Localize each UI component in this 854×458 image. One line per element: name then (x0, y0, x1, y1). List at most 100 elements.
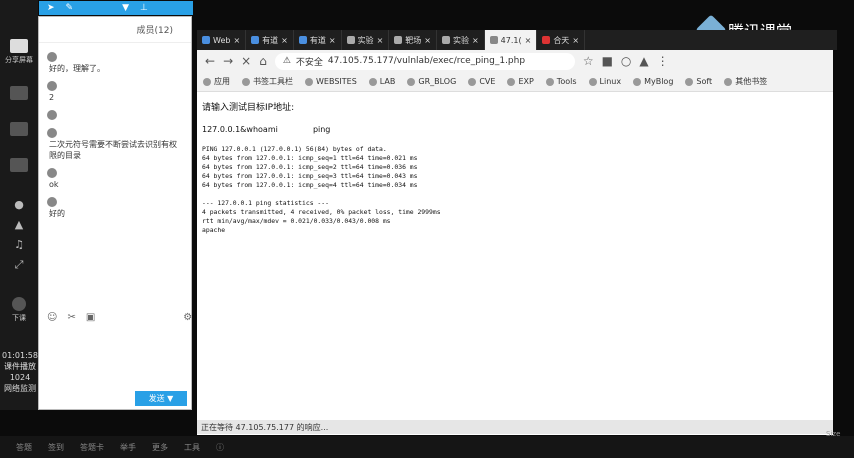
screen: 分享屏幕 ● ▲ ♫ ⤢ 下课 01:01:58 课件播放 1024 网络监测 … (0, 0, 854, 458)
chat-panel-toolbar: ➤ ✎ ▼ ⊥ (39, 1, 193, 15)
settings-icon[interactable]: ⚙ (183, 312, 192, 326)
tab-label: 靶场 (405, 35, 422, 45)
close-icon[interactable]: × (233, 36, 240, 45)
pin-icon[interactable]: ➤ (47, 3, 55, 13)
taskbar-item[interactable]: 举手 (120, 442, 136, 453)
toolbar-button-4[interactable] (4, 152, 34, 180)
bookmark-folder[interactable]: CVE (468, 77, 495, 86)
tab-label: 合天 (553, 35, 570, 45)
close-icon[interactable]: × (525, 36, 532, 45)
home-icon[interactable]: ⌂ (259, 54, 267, 68)
pin-top-icon[interactable]: ⊥ (140, 3, 148, 13)
dropdown-icon[interactable]: ▼ (122, 3, 129, 13)
tab-favicon (441, 36, 450, 44)
classroom-toolbar: 分享屏幕 ● ▲ ♫ ⤢ 下课 01:01:58 课件播放 1024 网络监测 (0, 0, 38, 410)
close-icon[interactable]: × (572, 36, 579, 45)
chat-panel: ➤ ✎ ▼ ⊥ 成员(12) 好的，理解了。 2 二次元符号需要不断尝试去识别有… (38, 1, 193, 410)
tab-favicon (542, 36, 551, 44)
folder-icon (588, 77, 597, 86)
ip-prompt: 请输入测试目标IP地址: (202, 103, 295, 113)
taskbar-item[interactable]: 签到 (48, 442, 64, 453)
close-icon[interactable]: × (281, 36, 288, 45)
browser-tab[interactable]: 合天 × (537, 30, 586, 50)
bookmark-folder[interactable]: MyBlog (633, 77, 673, 86)
extension-icon[interactable]: ○ (621, 54, 631, 68)
image-icon[interactable]: ▣ (86, 312, 95, 326)
speaker-icon[interactable]: ▲ (11, 218, 27, 232)
share-screen-button[interactable]: 分享屏幕 (4, 38, 34, 66)
message-author (47, 51, 183, 63)
folder-icon (724, 77, 733, 86)
tab-favicon (251, 36, 260, 44)
bookmark-folder[interactable]: WEBSITES (305, 77, 357, 86)
bookmark-folder[interactable]: EXP (507, 77, 534, 86)
star-icon[interactable]: ☆ (583, 54, 594, 68)
toolbar-button-3[interactable] (4, 116, 34, 144)
forward-icon[interactable]: → (223, 54, 233, 68)
fullscreen-icon[interactable]: ⤢ (11, 258, 27, 272)
classroom-taskbar: 答题 签到 答题卡 举手 更多 工具 ⓘ (0, 436, 854, 458)
browser-toolbar: ← → × ⌂ ⚠ 不安全 47.105.75.177/vulnlab/exec… (197, 50, 833, 72)
status-text: 正在等待 47.105.75.177 的响应... (201, 422, 329, 432)
browser-tab[interactable]: 靶场 × (389, 30, 437, 50)
bookmark-folder[interactable]: 书签工具栏 (242, 76, 293, 87)
taskbar-item[interactable]: 答题 (16, 442, 32, 453)
stop-icon[interactable]: × (241, 54, 251, 68)
url-text: 47.105.75.177/vulnlab/exec/rce_ping_1.ph… (327, 56, 526, 66)
scissors-icon[interactable]: ✂ (67, 312, 75, 326)
bookmark-label: Tools (556, 77, 577, 86)
message-author (47, 127, 183, 139)
bookmark-label: 其他书签 (735, 77, 768, 86)
send-button[interactable]: 发送 ▼ (135, 391, 187, 406)
video-icon (10, 158, 28, 172)
bookmark-folder[interactable]: Linux (588, 77, 621, 86)
bookmark-folder[interactable]: GR_BLOG (407, 77, 456, 86)
message-text: 二次元符号需要不断尝试去识别有权限的目录 (49, 140, 177, 160)
whiteboard-icon (10, 122, 28, 136)
member-count-tab[interactable]: 成员(12) (137, 23, 173, 36)
security-warning-icon: ⚠ (282, 56, 291, 66)
browser-tab[interactable]: 实验 × (342, 30, 390, 50)
back-icon[interactable]: ← (205, 54, 215, 68)
end-class-button[interactable]: 下课 (4, 296, 34, 324)
browser-tab-active[interactable]: 47.1(× (484, 30, 538, 50)
close-icon[interactable]: × (472, 36, 479, 45)
bookmark-folder[interactable]: LAB (368, 77, 396, 86)
tab-favicon (202, 36, 210, 44)
chat-input[interactable] (39, 329, 191, 387)
bookmark-label: LAB (379, 77, 396, 86)
taskbar-item[interactable]: 答题卡 (80, 442, 104, 453)
emoji-icon[interactable]: ☺ (47, 312, 57, 326)
taskbar-item[interactable]: 更多 (152, 442, 168, 453)
music-icon[interactable]: ♫ (11, 238, 27, 252)
ping-button[interactable]: ping (313, 125, 330, 134)
extension-icon[interactable]: ■ (602, 54, 613, 68)
bookmark-label: CVE (479, 77, 496, 86)
help-icon[interactable]: ⓘ (216, 442, 224, 453)
browser-tab[interactable]: Web × (197, 30, 247, 50)
close-icon[interactable]: × (424, 36, 431, 45)
chat-tab[interactable] (51, 25, 54, 35)
extension-icon[interactable]: ▲ (639, 54, 648, 68)
taskbar-item[interactable]: 工具 (184, 442, 200, 453)
address-bar[interactable]: ⚠ 不安全 47.105.75.177/vulnlab/exec/rce_pin… (274, 52, 575, 70)
folder-icon (468, 77, 477, 86)
ip-input[interactable]: 127.0.0.1&whoami (202, 125, 278, 134)
browser-tab[interactable]: 有道 × (294, 30, 342, 50)
bookmark-folder[interactable]: Tools (545, 77, 577, 86)
close-icon[interactable]: × (329, 36, 336, 45)
folder-icon (368, 77, 377, 86)
send-label: 发送 (148, 394, 165, 403)
close-icon[interactable]: × (377, 36, 384, 45)
microphone-icon[interactable]: ● (11, 198, 27, 212)
bookmark-folder[interactable]: Soft (685, 77, 712, 86)
bookmark-other[interactable]: 其他书签 (724, 76, 767, 87)
bookmark-apps[interactable]: 应用 (203, 76, 230, 87)
menu-icon[interactable]: ⋮ (657, 54, 669, 68)
live-label: 课件播放 (4, 362, 36, 371)
browser-tab[interactable]: 有道 × (246, 30, 294, 50)
chat-message (39, 107, 191, 125)
browser-tab[interactable]: 实验 × (437, 30, 485, 50)
edit-icon[interactable]: ✎ (66, 3, 74, 13)
toolbar-button-2[interactable] (4, 80, 34, 108)
